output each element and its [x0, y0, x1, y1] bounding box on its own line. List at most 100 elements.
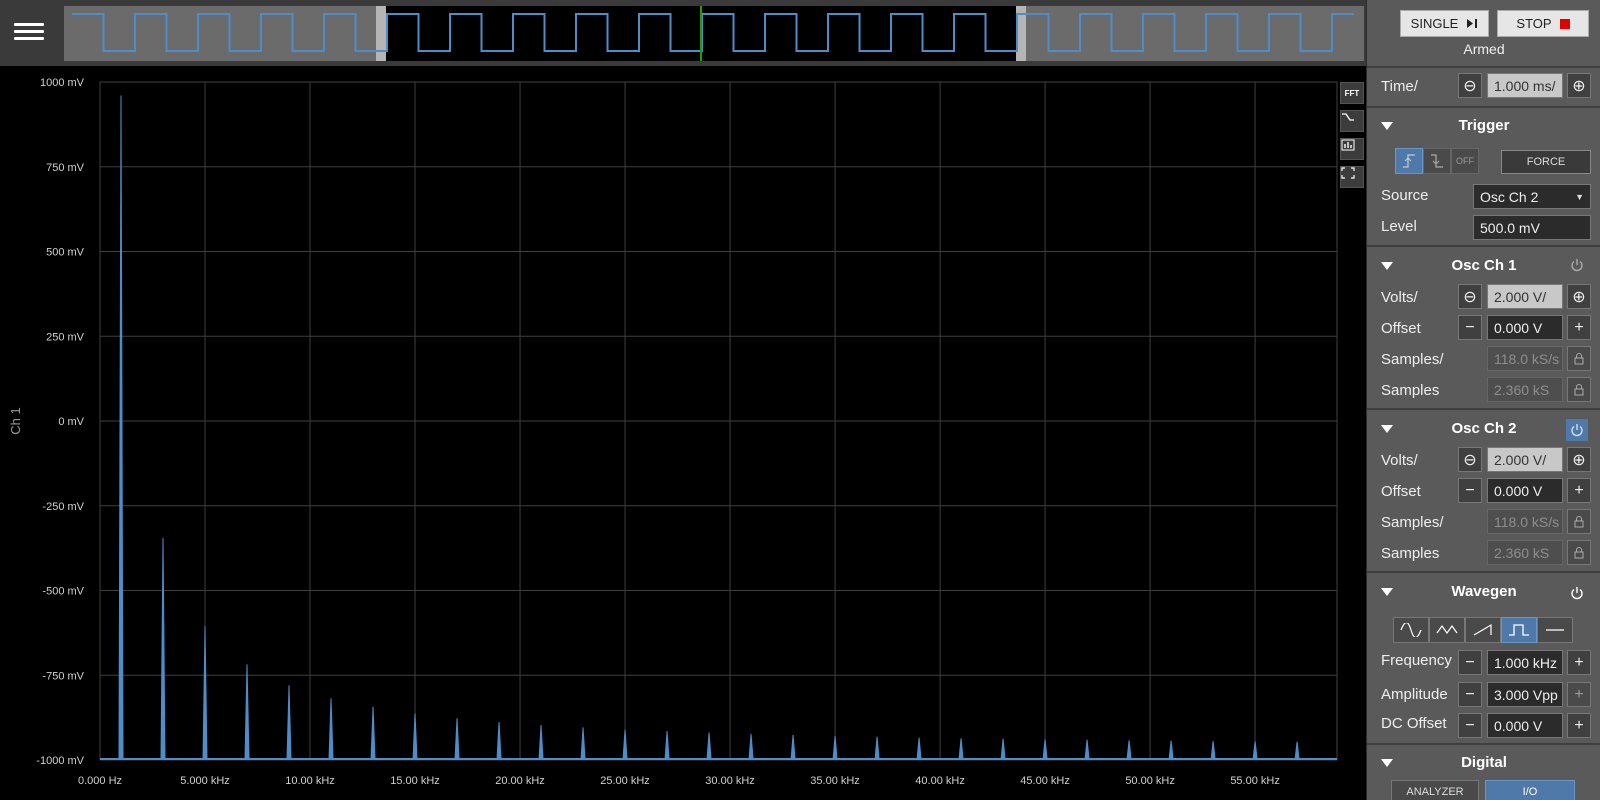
fft-peak — [118, 95, 124, 760]
fullscreen-button[interactable] — [1340, 166, 1364, 188]
ch1-rate-lock-button[interactable] — [1567, 346, 1591, 371]
dc-line-icon — [1546, 629, 1564, 631]
single-button[interactable]: SINGLE — [1400, 10, 1489, 37]
amplitude-field[interactable]: 3.000 Vpp — [1487, 682, 1563, 707]
fft-peak — [370, 706, 376, 760]
ch2-volts-field[interactable]: 2.000 V/ — [1487, 447, 1563, 472]
overview-left-handle[interactable] — [376, 6, 386, 61]
wavegen-power-button[interactable] — [1566, 582, 1588, 604]
ch1-samples-lock-button[interactable] — [1567, 377, 1591, 402]
fft-peak — [1294, 741, 1300, 760]
zoom-in-icon: ⊕ — [1572, 77, 1586, 95]
y-tick-label: -1000 mV — [36, 755, 84, 767]
trigger-level-field[interactable]: 500.0 mV — [1473, 215, 1591, 240]
ch1-rate-label: Samples/ — [1381, 351, 1444, 368]
sawtooth-wave-icon — [1473, 623, 1492, 636]
ch1-zoom-in-button[interactable]: ⊕ — [1567, 284, 1591, 309]
ch1-samples-field: 2.360 kS — [1487, 377, 1563, 402]
time-per-div-field[interactable]: 1.000 ms/ — [1487, 73, 1563, 98]
fft-peak — [580, 727, 586, 760]
ch2-offset-plus-button[interactable]: + — [1567, 478, 1591, 503]
ch1-offset-plus-button[interactable]: + — [1567, 315, 1591, 340]
fft-peak — [1252, 741, 1258, 760]
trigger-off-label: OFF — [1456, 156, 1474, 166]
time-overview-strip[interactable] — [64, 6, 1364, 61]
trace-icon — [1342, 113, 1354, 121]
dc-wave-button[interactable] — [1537, 617, 1573, 643]
io-tab[interactable]: I/O — [1485, 780, 1575, 800]
zoom-out-icon: ⊖ — [1463, 451, 1477, 469]
hamburger-icon[interactable] — [14, 20, 44, 46]
y-tick-label: 750 mV — [46, 162, 85, 174]
dc-offset-field[interactable]: 0.000 V — [1487, 713, 1563, 738]
minus-icon: − — [1465, 481, 1475, 499]
ch2-rate-lock-button[interactable] — [1567, 509, 1591, 534]
triangle-wave-icon — [1436, 624, 1458, 635]
divider — [1367, 408, 1600, 410]
trace-toggle-button[interactable] — [1340, 110, 1364, 132]
ch1-volts-field[interactable]: 2.000 V/ — [1487, 284, 1563, 309]
ch2-offset-field[interactable]: 0.000 V — [1487, 478, 1563, 503]
square-wave-icon — [1509, 624, 1529, 636]
plus-icon: + — [1574, 716, 1584, 734]
ch1-samples-label: Samples — [1381, 382, 1440, 399]
fft-peak — [328, 698, 334, 760]
amplitude-minus-button[interactable]: − — [1458, 682, 1482, 707]
force-trigger-button[interactable]: FORCE — [1501, 150, 1591, 174]
power-icon — [1571, 587, 1583, 600]
zoom-out-icon: ⊖ — [1463, 77, 1477, 95]
ch2-power-button[interactable] — [1566, 419, 1588, 441]
waveform-shape-group — [1393, 617, 1573, 643]
ch1-offset-minus-button[interactable]: − — [1458, 315, 1482, 340]
histogram-button[interactable] — [1340, 138, 1364, 160]
ch1-zoom-out-button[interactable]: ⊖ — [1458, 284, 1482, 309]
trigger-off-button[interactable]: OFF — [1451, 148, 1479, 174]
minus-icon: − — [1465, 318, 1475, 336]
fft-button[interactable]: FFT — [1340, 82, 1364, 104]
x-tick-label: 5.000 kHz — [180, 775, 230, 787]
frequency-field[interactable]: 1.000 kHz — [1487, 650, 1563, 675]
overview-waveform — [72, 6, 1354, 61]
force-label: FORCE — [1526, 156, 1566, 168]
ch2-zoom-out-button[interactable]: ⊖ — [1458, 447, 1482, 472]
triangle-wave-button[interactable] — [1429, 617, 1465, 643]
sine-wave-button[interactable] — [1393, 617, 1429, 643]
digital-title: Digital — [1461, 754, 1507, 771]
sawtooth-wave-button[interactable] — [1465, 617, 1501, 643]
frequency-minus-button[interactable]: − — [1458, 650, 1482, 675]
power-icon — [1571, 424, 1583, 437]
fft-peak — [454, 718, 460, 760]
ch1-power-button[interactable] — [1566, 254, 1588, 276]
ch1-offset-field[interactable]: 0.000 V — [1487, 315, 1563, 340]
fft-peak — [244, 664, 250, 760]
time-zoom-in-button[interactable]: ⊕ — [1567, 73, 1591, 98]
fft-plot-area[interactable]: 1000 mV 750 mV 500 mV 250 mV 0 mV -250 mV -500… — [0, 66, 1366, 800]
rising-edge-button[interactable] — [1395, 148, 1423, 174]
analyzer-tab[interactable]: ANALYZER — [1391, 780, 1479, 800]
falling-edge-button[interactable] — [1423, 148, 1451, 174]
stop-button[interactable]: STOP — [1497, 10, 1589, 37]
y-tick-label: -250 mV — [42, 501, 84, 513]
channel-axis-label: Ch 1 — [8, 407, 23, 434]
ch2-offset-minus-button[interactable]: − — [1458, 478, 1482, 503]
dc-offset-plus-button[interactable]: + — [1567, 713, 1591, 738]
dropdown-arrow-icon: ▼ — [1575, 191, 1584, 202]
time-zoom-out-button[interactable]: ⊖ — [1458, 73, 1482, 98]
square-wave-button[interactable] — [1501, 617, 1537, 643]
trigger-edge-group: OFF — [1395, 148, 1479, 174]
ch2-samples-lock-button[interactable] — [1567, 540, 1591, 565]
frequency-plus-button[interactable]: + — [1567, 650, 1591, 675]
trigger-source-select[interactable]: Osc Ch 2 ▼ — [1473, 184, 1591, 209]
fft-peak — [412, 713, 418, 760]
dc-offset-label: DC Offset — [1381, 715, 1447, 732]
io-label: I/O — [1522, 786, 1538, 798]
dc-offset-minus-button[interactable]: − — [1458, 713, 1482, 738]
y-tick-label: 250 mV — [46, 331, 85, 343]
fft-peak — [160, 537, 166, 760]
fft-peak — [1042, 739, 1048, 760]
plus-icon: + — [1574, 481, 1584, 499]
ch2-zoom-in-button[interactable]: ⊕ — [1567, 447, 1591, 472]
fft-peak — [832, 735, 838, 760]
amplitude-plus-button[interactable]: + — [1567, 682, 1591, 707]
plus-icon: + — [1574, 653, 1584, 671]
